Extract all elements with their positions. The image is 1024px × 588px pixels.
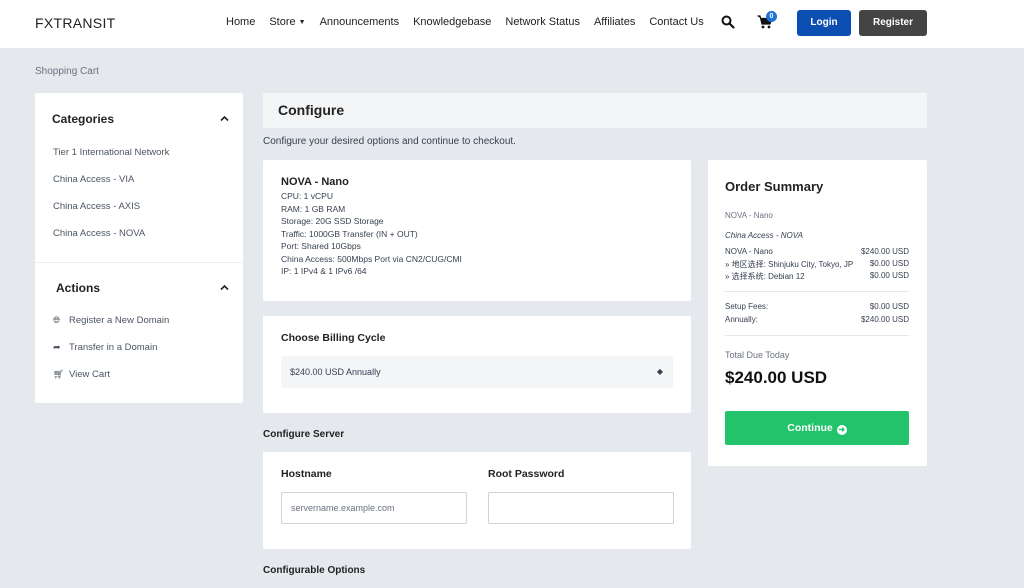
setup-fees-value: $0.00 USD [869, 302, 909, 311]
category-link-china-axis[interactable]: China Access - AXIS [53, 201, 140, 212]
summary-divider [725, 335, 909, 336]
annually-label: Annually: [725, 315, 758, 324]
login-button[interactable]: Login [797, 10, 851, 36]
action-view-cart[interactable]: 🛒︎ View Cart [53, 369, 110, 380]
arrow-circle-right-icon: ➜ [836, 425, 847, 435]
product-spec: Storage: 20G SSD Storage [281, 216, 384, 226]
select-sort-icon: ◆ [656, 367, 663, 376]
continue-button[interactable]: Continue ➜ [725, 411, 909, 445]
summary-line-label: NOVA - Nano [725, 247, 773, 256]
product-spec: RAM: 1 GB RAM [281, 203, 346, 214]
nav-store[interactable]: Store ▼ [269, 16, 305, 28]
nav-store-label: Store [269, 16, 296, 28]
total-due-label: Total Due Today [725, 350, 790, 360]
share-arrow-icon: ➦ [53, 342, 61, 352]
cart-icon: 🛒︎ [53, 369, 65, 379]
main-nav: Home Store ▼ Announcements Knowledgebase … [226, 16, 704, 28]
cart-count-badge: 0 [766, 11, 777, 22]
nav-knowledgebase[interactable]: Knowledgebase [413, 16, 491, 28]
chevron-up-icon[interactable] [220, 283, 229, 292]
server-config-card: Hostname Root Password [263, 452, 691, 549]
register-button[interactable]: Register [859, 10, 927, 36]
globe-icon: 🌐︎ [53, 315, 61, 325]
root-password-label: Root Password [488, 468, 565, 480]
product-spec: Traffic: 1000GB Transfer (IN + OUT) [281, 228, 418, 239]
action-transfer-domain[interactable]: ➦ Transfer in a Domain [53, 342, 157, 353]
action-label: Register a New Domain [69, 315, 170, 326]
continue-label: Continue [787, 422, 833, 434]
summary-line-label: » 地区选择: Shinjuku City, Tokyo, JP [725, 260, 854, 269]
summary-product-name: NOVA - Nano [725, 211, 773, 220]
category-link-tier1[interactable]: Tier 1 International Network [53, 147, 169, 158]
product-name: NOVA - Nano [281, 176, 349, 188]
nav-network-status[interactable]: Network Status [505, 16, 580, 28]
hostname-input[interactable] [281, 492, 467, 524]
action-label: View Cart [69, 369, 111, 380]
caret-down-icon: ▼ [298, 19, 306, 26]
page-title: Configure [278, 102, 345, 118]
search-icon[interactable] [721, 15, 735, 29]
action-register-domain[interactable]: 🌐︎ Register a New Domain [53, 315, 169, 326]
summary-line-value: $240.00 USD [860, 247, 909, 256]
nav-contact-us[interactable]: Contact Us [649, 16, 703, 28]
billing-cycle-card: Choose Billing Cycle $240.00 USD Annuall… [263, 316, 691, 413]
product-spec: China Access: 500Mbps Port via CN2/CUG/C… [281, 253, 462, 264]
configurable-options-title: Configurable Options [263, 565, 366, 576]
action-label: Transfer in a Domain [69, 342, 158, 353]
product-details-card: NOVA - Nano CPU: 1 vCPU RAM: 1 GB RAM St… [263, 160, 691, 301]
actions-heading[interactable]: Actions [56, 281, 100, 295]
summary-divider [725, 291, 909, 292]
nav-affiliates[interactable]: Affiliates [594, 16, 635, 28]
hostname-label: Hostname [281, 468, 332, 480]
product-spec: Port: Shared 10Gbps [281, 241, 361, 251]
sidebar-divider [35, 262, 243, 263]
annually-value: $240.00 USD [860, 315, 909, 324]
order-summary-title: Order Summary [725, 179, 824, 194]
top-navbar: FXTRANSIT Home Store ▼ Announcements Know… [0, 0, 1024, 49]
configure-server-title: Configure Server [263, 429, 345, 440]
billing-cycle-select[interactable]: $240.00 USD Annually ◆ [281, 356, 673, 388]
root-password-input[interactable] [488, 492, 674, 524]
setup-fees-label: Setup Fees: [725, 302, 769, 311]
billing-cycle-value: $240.00 USD Annually [290, 367, 381, 377]
page-subtitle: Configure your desired options and conti… [263, 136, 516, 147]
site-logo[interactable]: FXTRANSIT [35, 15, 115, 31]
breadcrumb[interactable]: Shopping Cart [35, 66, 99, 77]
category-link-china-nova[interactable]: China Access - NOVA [53, 228, 145, 239]
order-summary-card: Order Summary NOVA - Nano China Access -… [708, 160, 927, 466]
total-due-value: $240.00 USD [725, 368, 828, 387]
summary-line-value: $0.00 USD [869, 271, 909, 280]
summary-line-label: » 选择系统: Debian 12 [725, 272, 805, 281]
category-link-china-via[interactable]: China Access - VIA [53, 174, 134, 185]
summary-group-name: China Access - NOVA [725, 231, 803, 240]
summary-line-value: $0.00 USD [869, 259, 909, 268]
sidebar: Categories Tier 1 International Network … [35, 93, 243, 403]
product-spec: IP: 1 IPv4 & 1 IPv6 /64 [281, 266, 367, 276]
nav-announcements[interactable]: Announcements [320, 16, 400, 28]
categories-heading[interactable]: Categories [52, 112, 114, 126]
chevron-up-icon[interactable] [220, 114, 229, 123]
configure-header: Configure [263, 93, 927, 128]
billing-cycle-label: Choose Billing Cycle [281, 332, 386, 344]
nav-home[interactable]: Home [226, 16, 255, 28]
product-spec: CPU: 1 vCPU [281, 191, 333, 201]
